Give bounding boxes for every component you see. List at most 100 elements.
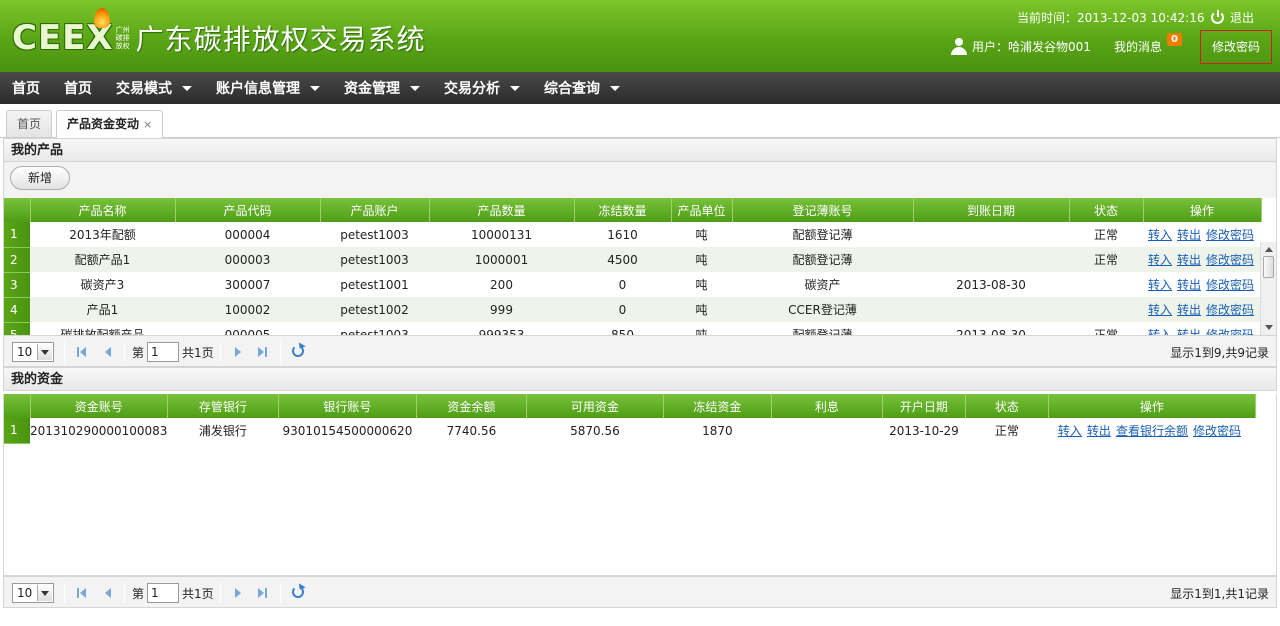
- scroll-thumb[interactable]: [1263, 256, 1274, 278]
- cell-frozen: 1870: [702, 423, 733, 438]
- column-header[interactable]: 利息: [771, 394, 883, 418]
- action-link[interactable]: 转入: [1148, 278, 1172, 292]
- last-page-icon[interactable]: [257, 346, 269, 358]
- cell-available: 5870.56: [570, 423, 620, 438]
- page-size-select[interactable]: 10: [12, 583, 54, 603]
- user-label: 用户：: [972, 40, 1009, 54]
- chevron-down-icon: [182, 85, 192, 91]
- cell-account: petest1001: [340, 277, 409, 292]
- add-button[interactable]: 新增: [10, 166, 70, 190]
- bar: [77, 588, 79, 598]
- table-row[interactable]: 3 碳资产3 300007 petest1001 200 0 吨 碳资产 2013-08-30 转…: [4, 272, 1261, 298]
- page-number-input[interactable]: 1: [147, 583, 179, 603]
- column-header[interactable]: 银行账号: [278, 394, 417, 418]
- action-link[interactable]: 查看银行余额: [1116, 424, 1188, 438]
- table-row[interactable]: 4 产品1 100002 petest1002 999 0 吨 CCER登记薄 转入 转出 修改密码: [4, 297, 1261, 323]
- action-link[interactable]: 转出: [1177, 228, 1201, 242]
- nav-item-label: 资金管理: [344, 81, 400, 97]
- column-header[interactable]: 操作: [1143, 198, 1262, 222]
- page-size-select[interactable]: 10: [12, 342, 54, 362]
- close-icon[interactable]: ×: [143, 118, 152, 131]
- nav-item-1[interactable]: 首页: [52, 72, 104, 104]
- column-header[interactable]: 产品单位: [671, 198, 733, 222]
- column-header[interactable]: 状态: [1069, 198, 1144, 222]
- action-link[interactable]: 修改密码: [1206, 328, 1254, 335]
- column-header[interactable]: 产品账户: [320, 198, 430, 222]
- table-row[interactable]: 1 2013年配额 000004 petest1003 10000131 1610 吨 配额登…: [4, 222, 1261, 248]
- last-page-icon[interactable]: [257, 587, 269, 599]
- column-header[interactable]: 可用资金: [526, 394, 664, 418]
- my-messages-link[interactable]: 我的消息 0: [1114, 33, 1182, 55]
- table-row[interactable]: 2 配额产品1 000003 petest1003 1000001 4500 吨配额登记薄 正…: [4, 247, 1261, 273]
- action-link[interactable]: 修改密码: [1193, 424, 1241, 438]
- cell-date: 2013-08-30: [956, 277, 1026, 292]
- column-header[interactable]: 资金账号: [30, 394, 168, 418]
- change-password-button[interactable]: 修改密码: [1200, 30, 1272, 64]
- prev-page-icon[interactable]: [103, 587, 115, 599]
- column-header[interactable]: 资金余额: [416, 394, 527, 418]
- action-link[interactable]: 转出: [1177, 253, 1201, 267]
- first-page-icon[interactable]: [76, 346, 88, 358]
- refresh-icon[interactable]: [292, 345, 304, 357]
- nav-item-6[interactable]: 综合查询: [532, 72, 632, 104]
- tab-bar: 首页 产品资金变动 ×: [0, 104, 1280, 138]
- tab-product-fund-change[interactable]: 产品资金变动 ×: [56, 110, 164, 138]
- action-link[interactable]: 修改密码: [1206, 253, 1254, 267]
- action-link[interactable]: 转出: [1177, 303, 1201, 317]
- column-header[interactable]: 产品数量: [429, 198, 575, 222]
- action-link[interactable]: 转出: [1087, 424, 1111, 438]
- scroll-up-icon[interactable]: [1265, 247, 1273, 252]
- action-link[interactable]: 转出: [1177, 328, 1201, 335]
- chevron-down-icon: [310, 85, 320, 91]
- action-link[interactable]: 修改密码: [1206, 228, 1254, 242]
- products-toolbar: 新增: [3, 162, 1277, 198]
- action-link[interactable]: 修改密码: [1206, 303, 1254, 317]
- table-row[interactable]: 5 碳排放配额产品 000005 petest1003 999353 850 吨 配额登记薄 2…: [4, 322, 1261, 335]
- products-panel-title: 我的产品: [3, 138, 1277, 162]
- nav-item-0[interactable]: 首页: [0, 72, 52, 104]
- my-messages-label: 我的消息: [1114, 40, 1163, 54]
- action-link[interactable]: 修改密码: [1206, 278, 1254, 292]
- nav-item-3[interactable]: 账户信息管理: [204, 72, 332, 104]
- products-pager: 10 第 1 共1页 显示1到9,共9记录: [3, 335, 1277, 367]
- prev-page-icon[interactable]: [103, 346, 115, 358]
- action-link[interactable]: 转入: [1148, 328, 1172, 335]
- cell-unit: 吨: [695, 228, 708, 242]
- products-scrollbar[interactable]: [1260, 242, 1276, 335]
- cell-qty: 999: [429, 297, 574, 322]
- cell-name: 2013年配额: [69, 228, 136, 242]
- column-header[interactable]: 状态: [965, 394, 1049, 418]
- action-link[interactable]: 转入: [1148, 303, 1172, 317]
- column-header[interactable]: 登记薄账号: [732, 198, 914, 222]
- logo: CEEX 广州碳排放权 广东碳排放权交易系统: [12, 8, 426, 62]
- table-row[interactable]: 1 201310290000100083 浦发银行 93010154500000620…: [4, 418, 1255, 444]
- page-number-input[interactable]: 1: [147, 342, 179, 362]
- action-link[interactable]: 转入: [1148, 228, 1172, 242]
- action-link[interactable]: 转出: [1177, 278, 1201, 292]
- tab-home[interactable]: 首页: [6, 110, 53, 137]
- column-header[interactable]: 产品名称: [30, 198, 176, 222]
- cell-status: [1069, 297, 1143, 322]
- column-header[interactable]: 冻结资金: [663, 394, 772, 418]
- row-number: 2: [4, 247, 30, 273]
- action-link[interactable]: 转入: [1148, 253, 1172, 267]
- logout-button[interactable]: 退出: [1211, 9, 1254, 26]
- action-link[interactable]: 转入: [1058, 424, 1082, 438]
- nav-item-2[interactable]: 交易模式: [104, 72, 204, 104]
- cell-qty: 999353: [478, 327, 525, 336]
- next-page-icon[interactable]: [232, 587, 244, 599]
- nav-item-4[interactable]: 资金管理: [332, 72, 432, 104]
- column-header[interactable]: 产品代码: [175, 198, 321, 222]
- column-header[interactable]: 操作: [1048, 394, 1256, 418]
- first-page-icon[interactable]: [76, 587, 88, 599]
- cell-frozen: 1610: [607, 227, 638, 242]
- scroll-down-icon[interactable]: [1265, 325, 1273, 330]
- refresh-icon[interactable]: [292, 586, 304, 598]
- column-header[interactable]: 冻结数量: [574, 198, 672, 222]
- cell-status: 正常: [1093, 328, 1118, 335]
- next-page-icon[interactable]: [232, 346, 244, 358]
- nav-item-5[interactable]: 交易分析: [432, 72, 532, 104]
- column-header[interactable]: 存管银行: [167, 394, 279, 418]
- column-header[interactable]: 到账日期: [913, 198, 1070, 222]
- column-header[interactable]: 开户日期: [882, 394, 966, 418]
